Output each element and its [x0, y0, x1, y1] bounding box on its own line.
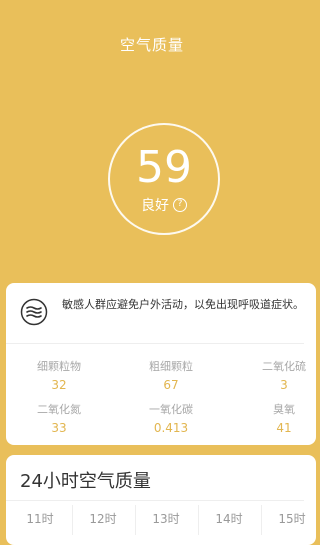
divider [6, 500, 304, 501]
hour-label[interactable]: 13时 [141, 510, 191, 527]
pollutant-name: 细颗粒物 [37, 360, 81, 373]
pollutant-value: 0.413 [153, 421, 189, 435]
pollutant-value: 33 [51, 421, 67, 435]
pollutant-no2: 二氧化氮 33 [9, 403, 109, 436]
advice-text: 敏感人群应避免户外活动，以免出现呼吸道症状。 [62, 298, 304, 311]
pollutant-name: 臭氧 [273, 403, 295, 416]
pollutant-value: 32 [51, 378, 67, 392]
pollutant-pm10: 粗细颗粒 67 [121, 360, 221, 393]
pollutant-name: 粗细颗粒 [149, 360, 193, 373]
pollutant-co: 一氧化碳 0.413 [121, 403, 221, 436]
advice-row: 敏感人群应避免户外活动，以免出现呼吸道症状。 [20, 295, 320, 339]
column-separator [261, 505, 262, 535]
pollutant-o3: 臭氧 41 [234, 403, 320, 436]
pollutant-value: 41 [276, 421, 292, 435]
pollutant-name: 二氧化氮 [37, 403, 81, 416]
hour-label[interactable]: 14时 [204, 510, 254, 527]
aqi-level-row: 良好 ? [110, 195, 218, 215]
page-title: 空气质量 [119, 36, 184, 54]
pollutant-name: 一氧化碳 [149, 403, 193, 416]
divider [6, 343, 304, 344]
hourly-title: 24小时空气质量 [20, 471, 151, 492]
pollutant-so2: 二氧化硫 3 [234, 360, 320, 393]
aqi-value: 59 [136, 142, 192, 193]
hour-label[interactable]: 15时 [267, 510, 317, 527]
column-separator [135, 505, 136, 535]
pollutant-name: 二氧化硫 [262, 360, 306, 373]
help-icon[interactable]: ? [173, 198, 187, 212]
header-section: 空气质量 59 良好 ? [0, 0, 304, 300]
aqi-level-label: 良好 [141, 198, 169, 214]
column-separator [198, 505, 199, 535]
column-separator [72, 505, 73, 535]
haze-icon [20, 298, 48, 326]
hour-label[interactable]: 11时 [15, 510, 65, 527]
pollutant-value: 67 [163, 378, 179, 392]
hour-label[interactable]: 12时 [78, 510, 128, 527]
hourly-card: 24小时空气质量 11时 12时 13时 14时 15时 [6, 455, 316, 545]
pollutant-value: 3 [280, 378, 288, 392]
air-detail-card: 敏感人群应避免户外活动，以免出现呼吸道症状。 细颗粒物 32 粗细颗粒 67 二… [6, 283, 316, 445]
aqi-ring: 59 良好 ? [108, 123, 220, 235]
pollutant-pm25: 细颗粒物 32 [9, 360, 109, 393]
